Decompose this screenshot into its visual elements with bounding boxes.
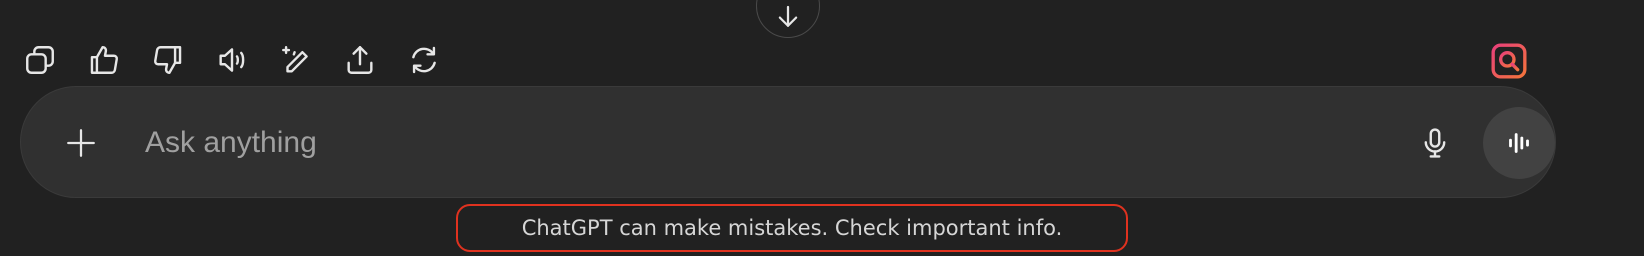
search-refresh-icon bbox=[1491, 43, 1527, 79]
chat-screen: ChatGPT can make mistakes. Check importa… bbox=[0, 0, 1644, 256]
thumbs-up-button[interactable] bbox=[82, 38, 126, 82]
dictate-button[interactable] bbox=[1411, 119, 1459, 167]
thumbs-down-icon bbox=[154, 46, 182, 74]
share-upload-icon bbox=[347, 46, 373, 74]
pencil-sparkle-icon bbox=[282, 46, 308, 73]
thumbs-down-button[interactable] bbox=[146, 38, 190, 82]
copy-button[interactable] bbox=[18, 38, 62, 82]
copy-icon bbox=[26, 46, 54, 74]
composer bbox=[20, 86, 1556, 198]
microphone-icon bbox=[1424, 128, 1446, 158]
disclaimer-text: ChatGPT can make mistakes. Check importa… bbox=[456, 204, 1128, 252]
arrow-down-icon bbox=[778, 5, 798, 27]
refresh-icon bbox=[412, 46, 436, 74]
speaker-icon bbox=[219, 48, 245, 72]
prompt-input[interactable] bbox=[145, 115, 1375, 171]
search-refresh-extension[interactable] bbox=[1488, 40, 1530, 82]
voice-mode-button[interactable] bbox=[1483, 107, 1555, 179]
scroll-to-bottom-button[interactable] bbox=[756, 0, 820, 38]
read-aloud-button[interactable] bbox=[210, 38, 254, 82]
thumbs-up-icon bbox=[90, 46, 118, 74]
message-actions bbox=[18, 38, 446, 82]
edit-in-canvas-button[interactable] bbox=[274, 38, 318, 82]
share-button[interactable] bbox=[338, 38, 382, 82]
regenerate-button[interactable] bbox=[402, 38, 446, 82]
attach-button[interactable] bbox=[57, 119, 105, 167]
plus-icon bbox=[67, 129, 95, 157]
voice-mode-icon bbox=[1509, 133, 1529, 153]
